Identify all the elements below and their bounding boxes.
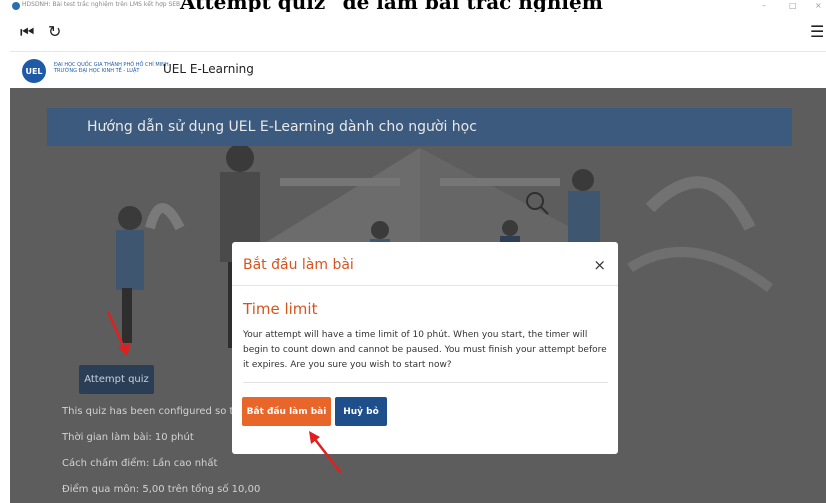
- modal-divider: [243, 382, 608, 383]
- minimize-icon[interactable]: –: [762, 1, 766, 10]
- quiz-config-text: This quiz has been configured so that: [62, 406, 250, 417]
- site-header: UEL ĐẠI HỌC QUỐC GIA THÀNH PHỐ HỒ CHÍ MI…: [10, 52, 826, 88]
- university-name: ĐẠI HỌC QUỐC GIA THÀNH PHỐ HỒ CHÍ MINH T…: [54, 62, 169, 74]
- window-tab-title: HDSDNH: Bài test trắc nghiệm trên LMS kế…: [22, 1, 181, 8]
- uel-logo[interactable]: UEL: [22, 59, 46, 83]
- time-limit-heading: Time limit: [243, 300, 318, 318]
- quiz-pass-grade-text: Điểm qua môn: 5,00 trên tổng số 10,00: [62, 484, 261, 495]
- university-line-2: TRƯỜNG ĐẠI HỌC KINH TẾ - LUẬT: [54, 68, 140, 74]
- document-heading-fragment: Attempt quiz" để làm bài trắc nghiệm: [180, 0, 603, 12]
- browser-tab-icon: [12, 2, 20, 10]
- maximize-icon[interactable]: □: [789, 1, 797, 10]
- back-to-start-icon[interactable]: ⏮: [20, 22, 34, 42]
- quiz-grading-method-text: Cách chấm điểm: Lần cao nhất: [62, 458, 218, 469]
- app-toolbar: ⏮ ↻ ☰: [10, 12, 826, 52]
- start-attempt-modal: Bắt đầu làm bài × Time limit Your attemp…: [232, 242, 618, 454]
- menu-icon[interactable]: ☰: [810, 22, 824, 41]
- hero-banner: Hướng dẫn sử dụng UEL E-Learning dành ch…: [47, 108, 792, 146]
- site-title[interactable]: UEL E-Learning: [163, 62, 254, 76]
- close-window-icon[interactable]: ×: [815, 1, 822, 10]
- quiz-time-limit-text: Thời gian làm bài: 10 phút: [62, 432, 194, 443]
- cancel-button[interactable]: Huỷ bỏ: [335, 397, 387, 426]
- modal-header: Bắt đầu làm bài ×: [232, 242, 618, 286]
- time-limit-description: Your attempt will have a time limit of 1…: [243, 330, 607, 370]
- reload-icon[interactable]: ↻: [48, 22, 61, 41]
- start-attempt-button[interactable]: Bắt đầu làm bài: [242, 397, 331, 426]
- hero-title: Hướng dẫn sử dụng UEL E-Learning dành ch…: [87, 119, 477, 135]
- modal-title: Bắt đầu làm bài: [243, 257, 354, 273]
- close-icon[interactable]: ×: [593, 256, 606, 274]
- attempt-quiz-button[interactable]: Attempt quiz: [79, 365, 154, 394]
- window-title-strip: Attempt quiz" để làm bài trắc nghiệm HDS…: [0, 0, 826, 12]
